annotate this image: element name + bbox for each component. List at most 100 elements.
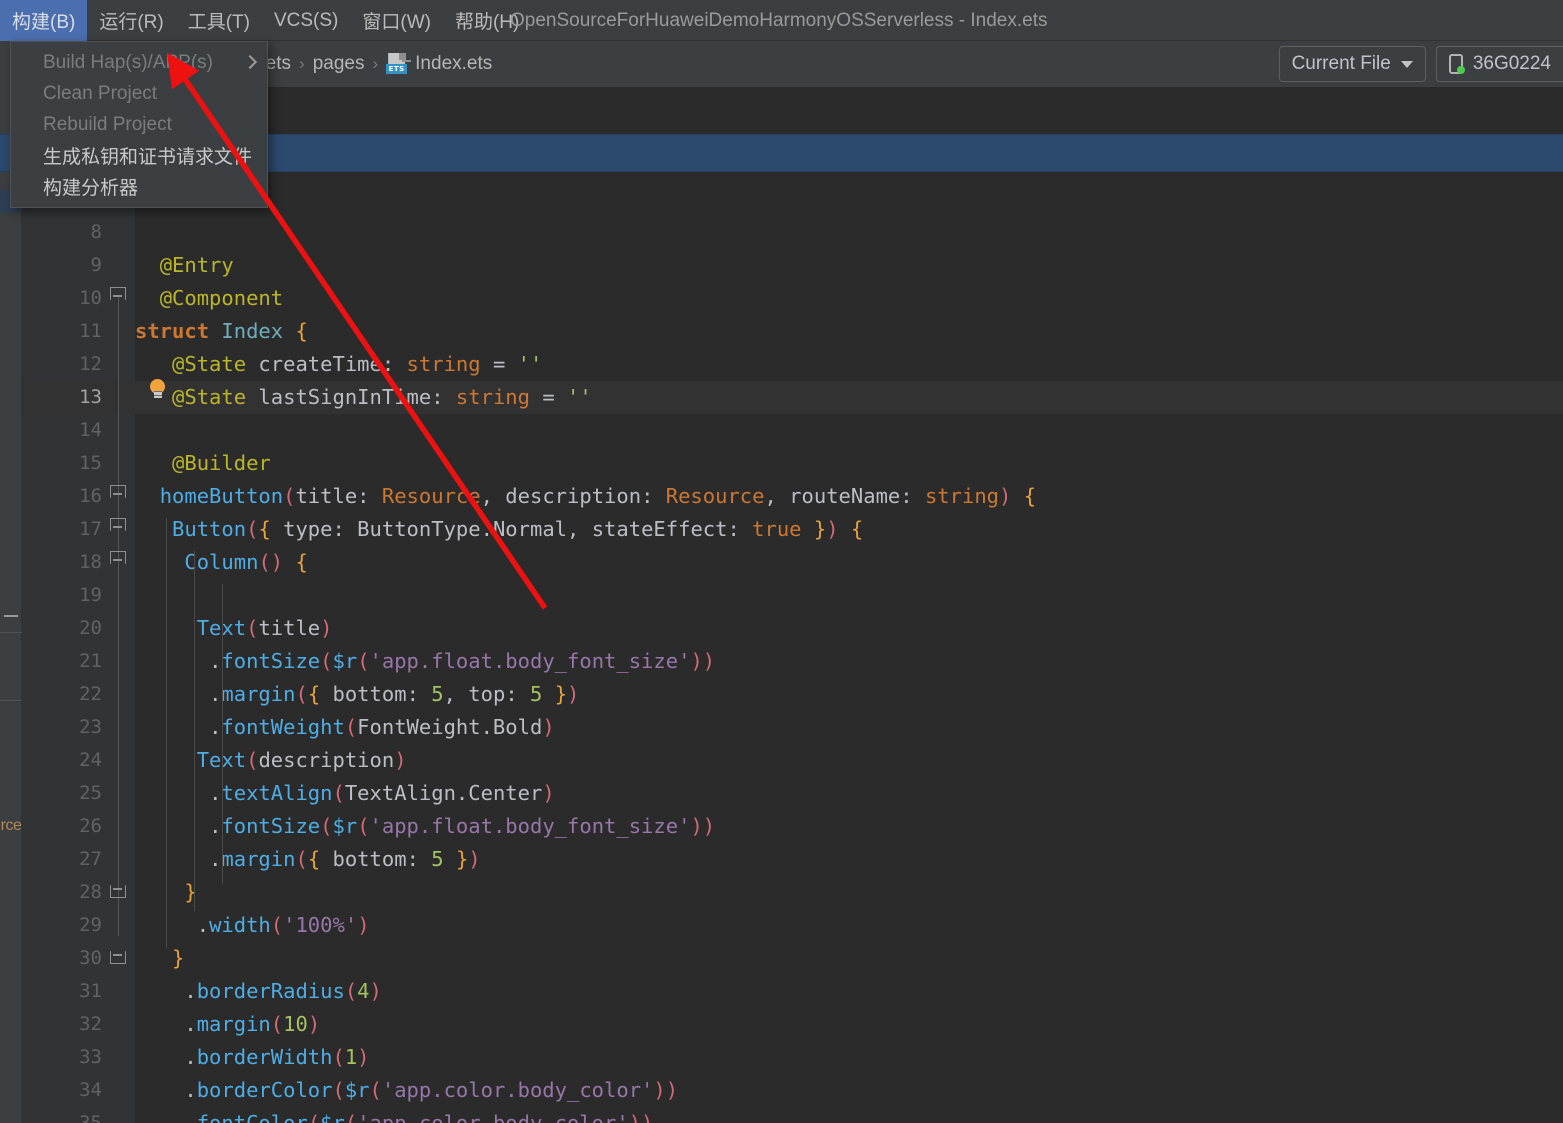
build-menu-item-label: Rebuild Project	[43, 113, 172, 135]
build-dropdown-menu[interactable]: Build Hap(s)/APP(s) Clean Project Rebuild …	[10, 41, 268, 208]
menu-item-4[interactable]: 窗口(W)	[350, 0, 443, 41]
code-line[interactable]: 18 Column() {	[22, 546, 1563, 579]
scope-selector[interactable]: Current File	[1278, 46, 1426, 82]
code-line-text: .textAlign(TextAlign.Center)	[209, 781, 555, 805]
line-number: 11	[79, 320, 102, 342]
code-line[interactable]: 12 @State createTime: string = ''	[22, 348, 1563, 381]
line-number: 9	[90, 254, 102, 276]
code-line-text: struct Index {	[135, 319, 308, 343]
menu-bar-items: 构建(B) 运行(R) 工具(T) VCS(S) 窗口(W) 帮助(H)	[0, 0, 531, 41]
code-line[interactable]: 13 @State lastSignInTime: string = ''	[22, 381, 1563, 414]
line-number: 27	[79, 848, 102, 870]
menu-item-3[interactable]: VCS(S)	[262, 0, 350, 41]
strip-drag-handle[interactable]	[4, 615, 18, 617]
code-line[interactable]: 31 .borderRadius(4)	[22, 975, 1563, 1008]
code-line-text: .borderWidth(1)	[184, 1045, 370, 1069]
breadcrumb-item-pages[interactable]: pages	[313, 53, 365, 75]
code-line-text: @Component	[159, 286, 284, 310]
line-number: 19	[79, 584, 102, 606]
build-menu-item-4[interactable]: 构建分析器	[11, 171, 267, 202]
breadcrumb-item-ets[interactable]: ets	[266, 53, 291, 75]
menu-item-0[interactable]: 构建(B)	[0, 0, 88, 41]
code-line[interactable]: 33 .borderWidth(1)	[22, 1041, 1563, 1074]
line-number: 28	[79, 881, 102, 903]
line-number: 12	[79, 353, 102, 375]
code-editor[interactable]: 8 9 @Entry 10 @Component 11 struct Index { 12…	[22, 172, 1563, 1123]
menu-item-label: 工具(T)	[187, 12, 250, 33]
line-number: 21	[79, 650, 102, 672]
line-number: 33	[79, 1046, 102, 1068]
ide-window: 8 9 @Entry 10 @Component 11 struct Index { 12…	[0, 0, 1563, 1123]
code-line[interactable]: 24 Text(description)	[22, 744, 1563, 777]
code-line[interactable]: 29 .width('100%')	[22, 909, 1563, 942]
navbar-right-controls: Current File 36G0224	[1278, 41, 1563, 87]
code-line-text: homeButton(title: Resource, description:…	[159, 484, 1037, 508]
left-tool-strip[interactable]: rce	[0, 87, 22, 1123]
menu-item-2[interactable]: 工具(T)	[176, 0, 262, 41]
code-line[interactable]: 26 .fontSize($r('app.float.body_font_siz…	[22, 810, 1563, 843]
code-line[interactable]: 27 .margin({ bottom: 5 })	[22, 843, 1563, 876]
code-line[interactable]: 32 .margin(10)	[22, 1008, 1563, 1041]
ets-file-icon-tag: ETS	[386, 64, 408, 74]
line-number: 13	[79, 386, 102, 408]
line-number: 30	[79, 947, 102, 969]
strip-divider	[0, 700, 22, 701]
line-number: 17	[79, 518, 102, 540]
code-line[interactable]: 28 }	[22, 876, 1563, 909]
code-line-text: .margin(10)	[184, 1012, 321, 1036]
menu-item-label: 运行(R)	[99, 12, 164, 33]
code-line[interactable]: 15 @Builder	[22, 447, 1563, 480]
menu-bar: 构建(B) 运行(R) 工具(T) VCS(S) 窗口(W) 帮助(H) OpenSour…	[0, 0, 1563, 41]
menu-item-label: VCS(S)	[273, 9, 339, 31]
build-menu-item-2[interactable]: Rebuild Project	[11, 109, 267, 140]
fold-line	[118, 296, 119, 496]
code-line[interactable]: 30 }	[22, 942, 1563, 975]
code-line[interactable]: 9 @Entry	[22, 249, 1563, 282]
breadcrumb[interactable]: › ets › pages › ETS Index.ets	[248, 41, 492, 87]
code-line-text: Text(description)	[197, 748, 407, 772]
build-menu-item-3[interactable]: 生成私钥和证书请求文件	[11, 140, 267, 171]
build-menu-item-label: Build Hap(s)/APP(s)	[43, 51, 213, 73]
device-selector[interactable]: 36G0224	[1435, 46, 1563, 82]
code-line-text: @State lastSignInTime: string = ''	[172, 385, 592, 409]
code-line-text: .margin({ bottom: 5, top: 5 })	[209, 682, 580, 706]
breadcrumb-item-file[interactable]: Index.ets	[415, 53, 492, 75]
ets-file-icon: ETS	[386, 53, 411, 75]
code-line-text: Button({ type: ButtonType.Normal, stateE…	[172, 517, 864, 541]
build-menu-item-1[interactable]: Clean Project	[11, 78, 267, 109]
strip-tool-label[interactable]: rce	[0, 817, 22, 835]
indent-guide	[222, 584, 223, 884]
code-line[interactable]: 8	[22, 216, 1563, 249]
code-line-text: Text(title)	[197, 616, 333, 640]
line-number: 14	[79, 419, 102, 441]
indent-guide	[194, 551, 195, 911]
line-number: 23	[79, 716, 102, 738]
line-number: 32	[79, 1013, 102, 1035]
code-line[interactable]: 34 .borderColor($r('app.color.body_color…	[22, 1074, 1563, 1107]
intention-bulb-icon[interactable]	[150, 379, 169, 398]
line-number: 25	[79, 782, 102, 804]
code-line[interactable]: 21 .fontSize($r('app.float.body_font_siz…	[22, 645, 1563, 678]
line-number: 18	[79, 551, 102, 573]
code-line[interactable]: 25 .textAlign(TextAlign.Center)	[22, 777, 1563, 810]
code-line[interactable]: 23 .fontWeight(FontWeight.Bold)	[22, 711, 1563, 744]
line-number: 8	[90, 221, 102, 243]
code-line[interactable]: 14	[22, 414, 1563, 447]
code-line[interactable]: 16 homeButton(title: Resource, descripti…	[22, 480, 1563, 513]
code-line[interactable]: 17 Button({ type: ButtonType.Normal, sta…	[22, 513, 1563, 546]
code-line-text: @Builder	[172, 451, 271, 475]
code-line[interactable]: 22 .margin({ bottom: 5, top: 5 })	[22, 678, 1563, 711]
line-number: 22	[79, 683, 102, 705]
menu-item-1[interactable]: 运行(R)	[87, 0, 175, 41]
code-line[interactable]: 19	[22, 579, 1563, 612]
code-line-text: }	[172, 946, 185, 970]
code-line[interactable]: 35 .fontColor($r('app.color.body_color')…	[22, 1107, 1563, 1123]
build-menu-item-0[interactable]: Build Hap(s)/APP(s)	[11, 47, 267, 78]
code-line[interactable]: 20 Text(title)	[22, 612, 1563, 645]
code-line-text: .borderRadius(4)	[184, 979, 382, 1003]
line-number: 15	[79, 452, 102, 474]
line-number: 24	[79, 749, 102, 771]
code-line-text: .width('100%')	[196, 913, 370, 937]
code-line[interactable]: 10 @Component	[22, 282, 1563, 315]
code-line[interactable]: 11 struct Index {	[22, 315, 1563, 348]
